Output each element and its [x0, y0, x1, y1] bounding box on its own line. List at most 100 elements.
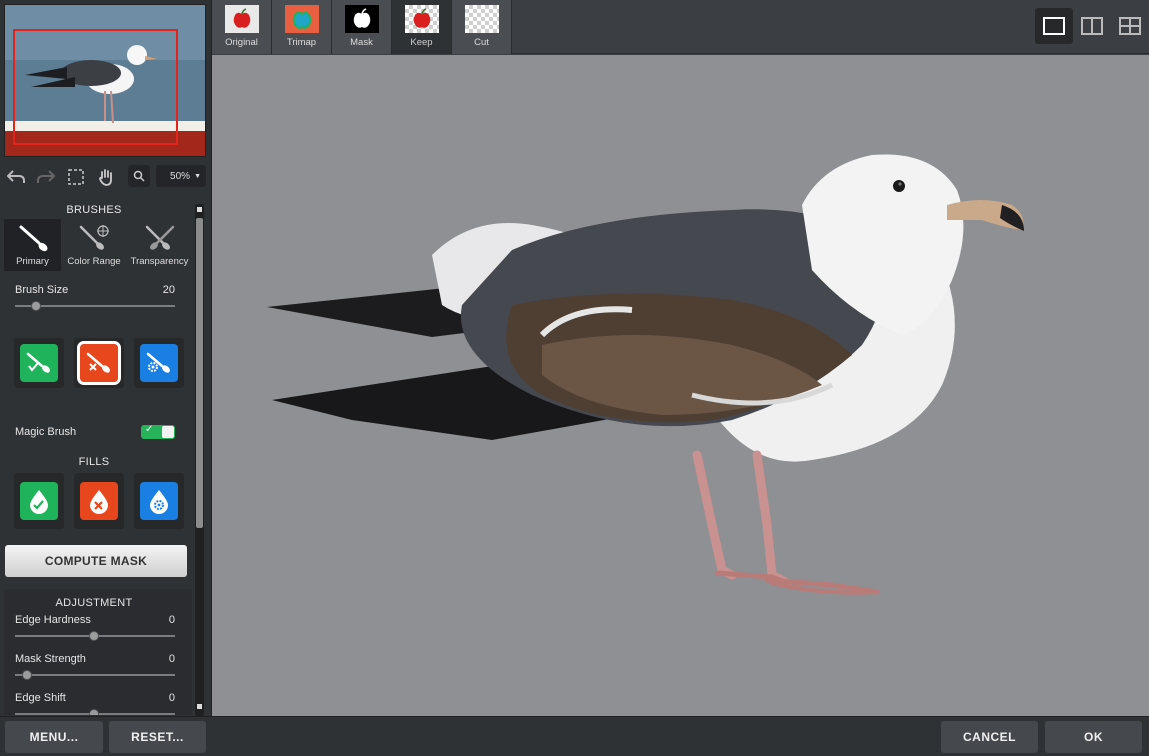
auto-fill-gear-drop-icon — [150, 490, 168, 514]
tab-original-label: Original — [225, 37, 258, 48]
tools-panel: BRUSHES Primary Color Range Transparency… — [4, 195, 192, 715]
redo-icon — [37, 170, 55, 183]
brush-mode-buttons — [14, 338, 184, 390]
tab-color-range-label: Color Range — [67, 256, 121, 267]
transparency-brush-icon — [145, 225, 174, 250]
edge-hardness-value: 0 — [168, 614, 175, 626]
keep-fill-button[interactable] — [20, 482, 58, 520]
apple-icon — [224, 5, 259, 33]
reset-button[interactable]: RESET... — [109, 721, 206, 753]
navigator-viewport-rect[interactable] — [13, 29, 178, 145]
scroll-up-arrow[interactable] — [197, 207, 202, 212]
zoom-level-dropdown[interactable]: 50% ▼ — [156, 165, 206, 187]
hand-pan-icon — [99, 169, 112, 186]
ok-button[interactable]: OK — [1045, 721, 1142, 753]
tab-mask-label: Mask — [350, 37, 373, 48]
mask-strength-slider-row: Mask Strength 0 — [15, 653, 175, 680]
cut-brush-icon — [86, 352, 110, 373]
split-view-button[interactable] — [1073, 8, 1111, 44]
toggle-knob — [162, 426, 174, 438]
tab-original[interactable]: Original — [212, 0, 272, 54]
single-view-button[interactable] — [1035, 8, 1073, 44]
tab-keep-label: Keep — [410, 37, 433, 48]
edge-shift-slider-row: Edge Shift 0 — [15, 692, 175, 715]
brush-size-label: Brush Size — [15, 284, 69, 296]
marquee-tool-button[interactable] — [62, 164, 90, 190]
seagull-cutout-image — [267, 154, 1024, 595]
menu-button[interactable]: MENU... — [5, 721, 103, 753]
cut-fill-drop-icon — [90, 490, 108, 514]
quad-view-button[interactable] — [1111, 8, 1149, 44]
undo-icon — [7, 170, 25, 183]
layout-buttons — [1035, 8, 1149, 44]
marquee-select-icon — [68, 169, 84, 185]
cut-fill-button[interactable] — [80, 482, 118, 520]
keep-brush-icon — [26, 352, 50, 373]
chevron-down-icon: ▼ — [194, 172, 201, 180]
undo-button[interactable] — [2, 164, 30, 190]
auto-brush-gear-icon — [146, 352, 170, 373]
edge-hardness-slider[interactable] — [15, 631, 175, 641]
edge-hardness-label: Edge Hardness — [15, 614, 91, 626]
redo-button[interactable] — [32, 164, 60, 190]
adjustment-section-title: ADJUSTMENT — [55, 597, 133, 609]
edge-shift-label: Edge Shift — [15, 692, 66, 704]
magnifier-icon — [133, 170, 145, 182]
brush-size-slider-thumb[interactable] — [31, 301, 41, 311]
tab-mask[interactable]: Mask — [332, 0, 392, 54]
trimap-apple-icon — [284, 5, 319, 33]
tab-trimap[interactable]: Trimap — [272, 0, 332, 54]
brush-size-slider[interactable] — [15, 301, 175, 311]
edge-shift-slider[interactable] — [15, 709, 175, 715]
fills-section-title: FILLS — [78, 456, 110, 468]
brush-size-slider-row: Brush Size 20 — [15, 284, 175, 311]
checkmark-icon: ✓ — [145, 424, 154, 435]
navigator-preview[interactable] — [4, 4, 206, 157]
brushes-section-title: BRUSHES — [66, 204, 122, 216]
four-pane-icon — [1119, 17, 1141, 35]
tab-primary-brush[interactable]: Primary — [4, 219, 61, 271]
tab-color-range-brush[interactable]: Color Range — [61, 219, 127, 271]
mask-strength-slider-thumb[interactable] — [22, 670, 32, 680]
zoom-tool-button[interactable] — [128, 165, 150, 187]
brush-size-value: 20 — [162, 284, 175, 296]
mask-apple-icon — [344, 5, 379, 33]
image-canvas[interactable] — [212, 55, 1149, 716]
edge-hardness-slider-thumb[interactable] — [89, 631, 99, 641]
keep-fill-drop-icon — [30, 490, 48, 514]
cancel-button[interactable]: CANCEL — [941, 721, 1038, 753]
tab-transparency-brush[interactable]: Transparency — [127, 219, 192, 271]
auto-fill-button[interactable] — [140, 482, 178, 520]
color-range-brush-icon — [79, 225, 109, 250]
tools-panel-scrollbar[interactable] — [195, 204, 204, 716]
zoom-level-value: 50% — [170, 170, 191, 182]
tab-cut[interactable]: Cut — [452, 0, 512, 54]
scrollbar-thumb[interactable] — [196, 218, 203, 528]
keep-apple-icon — [404, 5, 439, 33]
paint-brush-icon — [19, 225, 47, 252]
magic-brush-row: Magic Brush ✓ — [15, 424, 175, 439]
cut-brush-button[interactable] — [77, 341, 121, 385]
scroll-down-arrow[interactable] — [197, 704, 202, 709]
mask-strength-slider[interactable] — [15, 670, 175, 680]
auto-brush-button[interactable] — [140, 344, 178, 382]
two-pane-icon — [1081, 17, 1103, 35]
bottom-action-bar: MENU... RESET... CANCEL OK — [0, 716, 1149, 756]
edge-shift-slider-thumb[interactable] — [89, 709, 99, 715]
keep-brush-button[interactable] — [20, 344, 58, 382]
single-pane-icon — [1043, 17, 1065, 35]
sidebar: 50% ▼ BRUSHES Primary Color Range Transp… — [0, 0, 212, 716]
tab-keep[interactable]: Keep — [392, 0, 452, 54]
brush-type-tabs: Primary Color Range Transparency — [4, 219, 192, 271]
compute-mask-button[interactable]: COMPUTE MASK — [5, 545, 187, 577]
magic-brush-toggle[interactable]: ✓ — [141, 424, 175, 439]
edge-hardness-slider-row: Edge Hardness 0 — [15, 614, 175, 641]
adjustment-section: ADJUSTMENT Edge Hardness 0 Mask Strength… — [4, 589, 192, 715]
fills-section-header: FILLS — [4, 453, 192, 471]
view-mode-tabs: Original Trimap Mask Keep Cut — [212, 0, 512, 54]
view-mode-bar: Original Trimap Mask Keep Cut — [212, 0, 1149, 54]
mask-strength-label: Mask Strength — [15, 653, 86, 665]
hand-tool-button[interactable] — [92, 164, 120, 190]
tab-primary-label: Primary — [16, 256, 49, 267]
mask-editor-app: 50% ▼ BRUSHES Primary Color Range Transp… — [0, 0, 1149, 756]
